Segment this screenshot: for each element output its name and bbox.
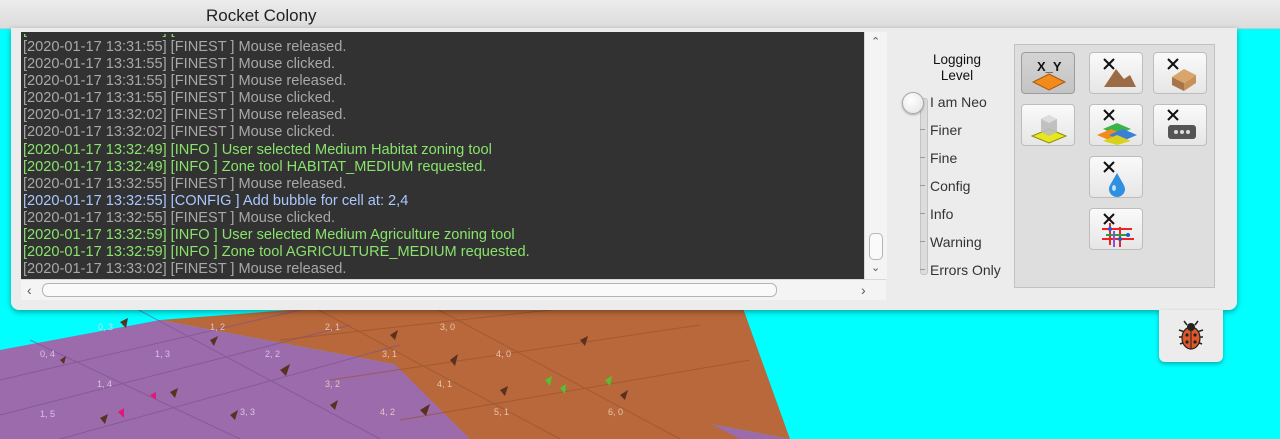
log-line: [2020-01-17 13:33:02] [FINEST ] Mouse re… <box>23 261 347 278</box>
log-line: [2020-01-17 13:32:55] [FINEST ] Mouse cl… <box>23 209 336 226</box>
svg-text:1, 5: 1, 5 <box>40 409 55 419</box>
logging-level-slider-knob[interactable] <box>902 92 924 114</box>
clear-machine-icon <box>1167 109 1196 139</box>
tool-palette: X_Y <box>1014 44 1215 288</box>
svg-text:X_Y: X_Y <box>1037 59 1062 74</box>
level-option-finer[interactable]: Finer <box>930 122 962 138</box>
clear-water-icon <box>1103 161 1125 197</box>
vertical-scrollbar[interactable]: ⌃ ⌄ <box>864 32 887 279</box>
isometric-map[interactable]: 0, 3 1, 2 0, 4 1, 3 2, 2 1, 4 1, 5 3, 3 … <box>0 300 1280 439</box>
svg-text:1, 4: 1, 4 <box>97 379 112 389</box>
log-line: [2020-01-17 13:32:59] [INFO ] User selec… <box>23 227 515 244</box>
svg-text:4, 0: 4, 0 <box>496 349 511 359</box>
title-bar: Rocket Colony <box>0 0 1280 29</box>
clear-building-icon <box>1167 58 1196 91</box>
clear-zones-icon <box>1097 109 1137 145</box>
svg-text:6, 0: 6, 0 <box>608 407 623 417</box>
level-option-info[interactable]: Info <box>930 206 953 222</box>
svg-text:0, 3: 0, 3 <box>98 322 113 332</box>
log-console[interactable]: [2020-01-17 13:31:55] [ [2020-01-17 13:3… <box>21 32 864 279</box>
log-line: [2020-01-17 13:32:02] [FINEST ] Mouse cl… <box>23 124 336 141</box>
layer-zone-icon <box>1030 115 1068 144</box>
clear-terrain-button[interactable] <box>1089 52 1143 94</box>
logging-level-title: Logging Level <box>932 52 982 83</box>
svg-text:3, 0: 3, 0 <box>440 322 455 332</box>
svg-text:3, 3: 3, 3 <box>240 407 255 417</box>
xy-coordinates-button[interactable]: X_Y <box>1021 52 1075 94</box>
log-line: [2020-01-17 13:31:55] [FINEST ] Mouse cl… <box>23 90 336 107</box>
log-line: [2020-01-17 13:32:55] [CONFIG ] Add bubb… <box>23 192 409 209</box>
horizontal-scrollbar[interactable]: ‹ › <box>21 279 886 300</box>
clear-building-button[interactable] <box>1153 52 1207 94</box>
level-option-fine[interactable]: Fine <box>930 150 957 166</box>
svg-text:4, 1: 4, 1 <box>437 379 452 389</box>
log-line: [2020-01-17 13:32:55] [FINEST ] Mouse re… <box>23 175 347 192</box>
scroll-right-arrow-icon[interactable]: › <box>861 282 866 298</box>
clear-machine-button[interactable] <box>1153 104 1207 146</box>
log-line: [2020-01-17 13:32:49] [INFO ] Zone tool … <box>23 158 487 175</box>
clear-water-button[interactable] <box>1089 156 1143 198</box>
window-title: Rocket Colony <box>206 6 317 25</box>
level-option-config[interactable]: Config <box>930 178 970 194</box>
svg-text:3, 1: 3, 1 <box>382 349 397 359</box>
scroll-down-arrow-icon[interactable]: ⌄ <box>871 261 880 274</box>
svg-text:2, 2: 2, 2 <box>265 349 280 359</box>
logging-panel: [2020-01-17 13:31:55] [ [2020-01-17 13:3… <box>11 28 1237 310</box>
layer-zone-button[interactable] <box>1021 104 1075 146</box>
svg-text:4, 2: 4, 2 <box>380 407 395 417</box>
log-line: [2020-01-17 13:31:55] [FINEST ] Mouse cl… <box>23 56 336 73</box>
scroll-up-arrow-icon[interactable]: ⌃ <box>871 35 880 48</box>
debug-toggle-button[interactable] <box>1159 310 1223 362</box>
log-line: [2020-01-17 13:31:55] [FINEST ] Mouse re… <box>23 39 347 55</box>
clear-network-button[interactable] <box>1089 208 1143 250</box>
slider-tick <box>920 269 925 270</box>
slider-tick <box>920 213 925 214</box>
log-line: [2020-01-17 13:32:49] [INFO ] User selec… <box>23 141 492 158</box>
clear-terrain-icon <box>1103 58 1136 87</box>
level-option-i-am-neo[interactable]: I am Neo <box>930 94 987 110</box>
slider-tick <box>920 157 925 158</box>
horizontal-scroll-thumb[interactable] <box>42 283 777 297</box>
level-option-errors-only[interactable]: Errors Only <box>930 262 1001 278</box>
slider-tick <box>920 241 925 242</box>
svg-text:0, 4: 0, 4 <box>40 349 55 359</box>
clear-network-icon <box>1102 213 1134 247</box>
clear-zones-button[interactable] <box>1089 104 1143 146</box>
log-line: [2020-01-17 13:31:55] [FINEST ] Mouse re… <box>23 73 347 90</box>
scroll-left-arrow-icon[interactable]: ‹ <box>27 282 32 298</box>
svg-text:2, 1: 2, 1 <box>325 322 340 332</box>
slider-tick <box>920 129 925 130</box>
svg-text:3, 2: 3, 2 <box>325 379 340 389</box>
svg-text:5, 1: 5, 1 <box>494 407 509 417</box>
slider-tick <box>920 185 925 186</box>
level-option-warning[interactable]: Warning <box>930 234 982 250</box>
log-line-partial: [2020-01-17 13:31:55] [ <box>23 34 864 39</box>
xy-coordinates-icon: X_Y <box>1031 59 1067 91</box>
svg-text:1, 3: 1, 3 <box>155 349 170 359</box>
logging-level-slider-track[interactable] <box>920 98 928 275</box>
log-line: [2020-01-17 13:32:59] [INFO ] Zone tool … <box>23 244 530 261</box>
svg-text:1, 2: 1, 2 <box>210 322 225 332</box>
vertical-scroll-thumb[interactable] <box>869 233 883 260</box>
bug-icon <box>1178 320 1204 350</box>
log-line: [2020-01-17 13:32:02] [FINEST ] Mouse re… <box>23 107 347 124</box>
